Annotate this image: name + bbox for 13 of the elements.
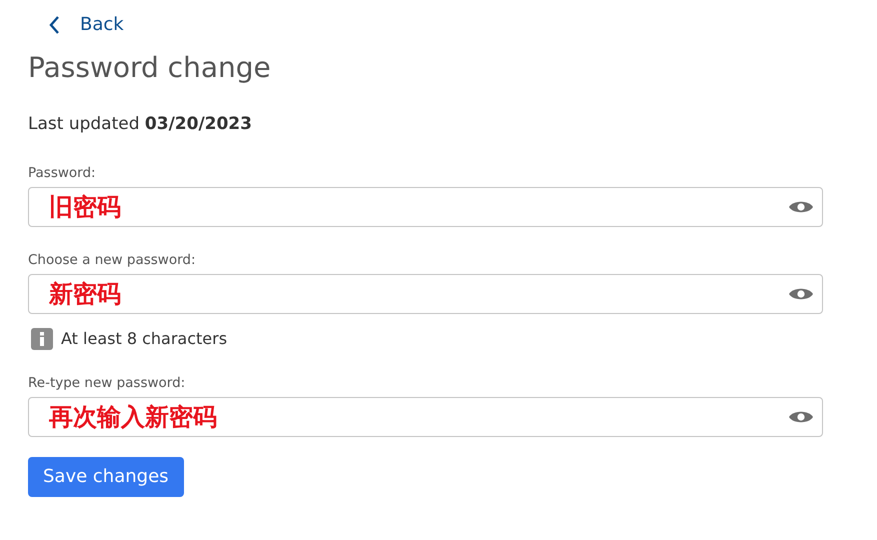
save-button[interactable]: Save changes [28,456,184,496]
hint-text: At least 8 characters [61,329,228,348]
last-updated-text: Last updated 03/20/2023 [28,114,253,134]
chevron-left-icon [48,14,60,34]
password-field[interactable]: 旧密码 [28,186,823,226]
info-icon [31,328,53,350]
password-field[interactable]: 新密码 [28,274,823,314]
password-field[interactable]: 再次输入新密码 [28,396,823,436]
field-label: Password: [28,164,96,180]
field-label: Choose a new password: [28,252,196,268]
field-label: Re-type new password: [28,374,186,390]
back-link[interactable]: Back [48,14,124,35]
page-title: Password change [28,50,272,84]
